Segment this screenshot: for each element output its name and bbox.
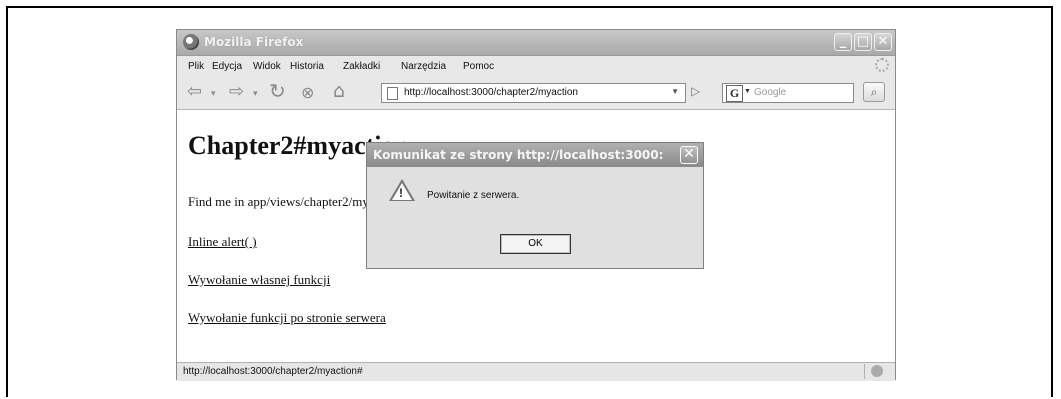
search-placeholder: Google (754, 87, 787, 98)
warning-icon-mark: ! (399, 186, 403, 200)
ok-button[interactable]: OK (500, 234, 571, 254)
dialog-close-button[interactable]: ✕ (680, 146, 698, 164)
engine-dropdown-icon[interactable]: ▼ (744, 88, 751, 95)
back-arrow-icon[interactable]: ⇦ (187, 81, 202, 102)
menu-bar: Plik Edycja Widok Historia Zakładki Narz… (177, 56, 895, 76)
window-title: Mozilla Firefox (204, 35, 304, 49)
status-text: http://localhost:3000/chapter2/myaction# (183, 366, 363, 377)
stop-icon[interactable]: ⊗ (301, 83, 314, 102)
menu-historia[interactable]: Historia (290, 61, 324, 72)
navigation-toolbar: ⇦ ▾ ⇨ ▾ ↻ ⊗ ⌂ http://localhost:3000/chap… (177, 77, 895, 110)
search-button-icon[interactable]: ⌕ (863, 82, 885, 102)
forward-arrow-icon[interactable]: ⇨ (229, 81, 244, 102)
dialog-message: Powitanie z serwera. (427, 190, 520, 201)
menu-widok[interactable]: Widok (253, 61, 281, 72)
menu-narzedzia[interactable]: Narzędzia (401, 61, 446, 72)
go-button[interactable]: ▷ (691, 84, 700, 98)
forward-dropdown-icon[interactable]: ▾ (253, 89, 258, 99)
back-dropdown-icon[interactable]: ▾ (211, 89, 216, 99)
menu-pomoc[interactable]: Pomoc (463, 61, 494, 72)
search-bar[interactable]: G ▼ Google (722, 83, 854, 103)
status-divider (864, 364, 865, 379)
throbber-icon (875, 58, 889, 72)
close-button[interactable]: ✕ (874, 33, 892, 51)
url-text: http://localhost:3000/chapter2/myaction (404, 87, 578, 98)
menu-edycja[interactable]: Edycja (212, 61, 242, 72)
server-function-link[interactable]: Wywołanie funkcji po stronie serwera (188, 310, 386, 326)
menu-zakladki[interactable]: Zakładki (343, 61, 380, 72)
firefox-logo-icon (183, 34, 199, 50)
title-bar[interactable]: Mozilla Firefox _ □ ✕ (177, 30, 895, 56)
search-engine-icon[interactable]: G (726, 85, 743, 102)
dialog-title-bar[interactable]: Komunikat ze strony http://localhost:300… (367, 143, 703, 167)
minimize-button[interactable]: _ (834, 33, 852, 51)
dialog-title: Komunikat ze strony http://localhost:300… (373, 148, 664, 162)
home-icon[interactable]: ⌂ (333, 80, 345, 102)
maximize-button[interactable]: □ (854, 33, 872, 51)
status-bar: http://localhost:3000/chapter2/myaction# (177, 362, 895, 381)
custom-function-link[interactable]: Wywołanie własnej funkcji (188, 272, 330, 288)
menu-plik[interactable]: Plik (188, 61, 204, 72)
address-bar[interactable]: http://localhost:3000/chapter2/myaction … (381, 83, 686, 103)
status-icon[interactable] (871, 365, 883, 377)
history-dropdown-icon[interactable]: ▼ (671, 87, 679, 96)
page-icon (387, 87, 398, 100)
inline-alert-link[interactable]: Inline alert( ) (188, 234, 257, 250)
reload-icon[interactable]: ↻ (269, 79, 286, 103)
alert-dialog: Komunikat ze strony http://localhost:300… (366, 142, 704, 269)
